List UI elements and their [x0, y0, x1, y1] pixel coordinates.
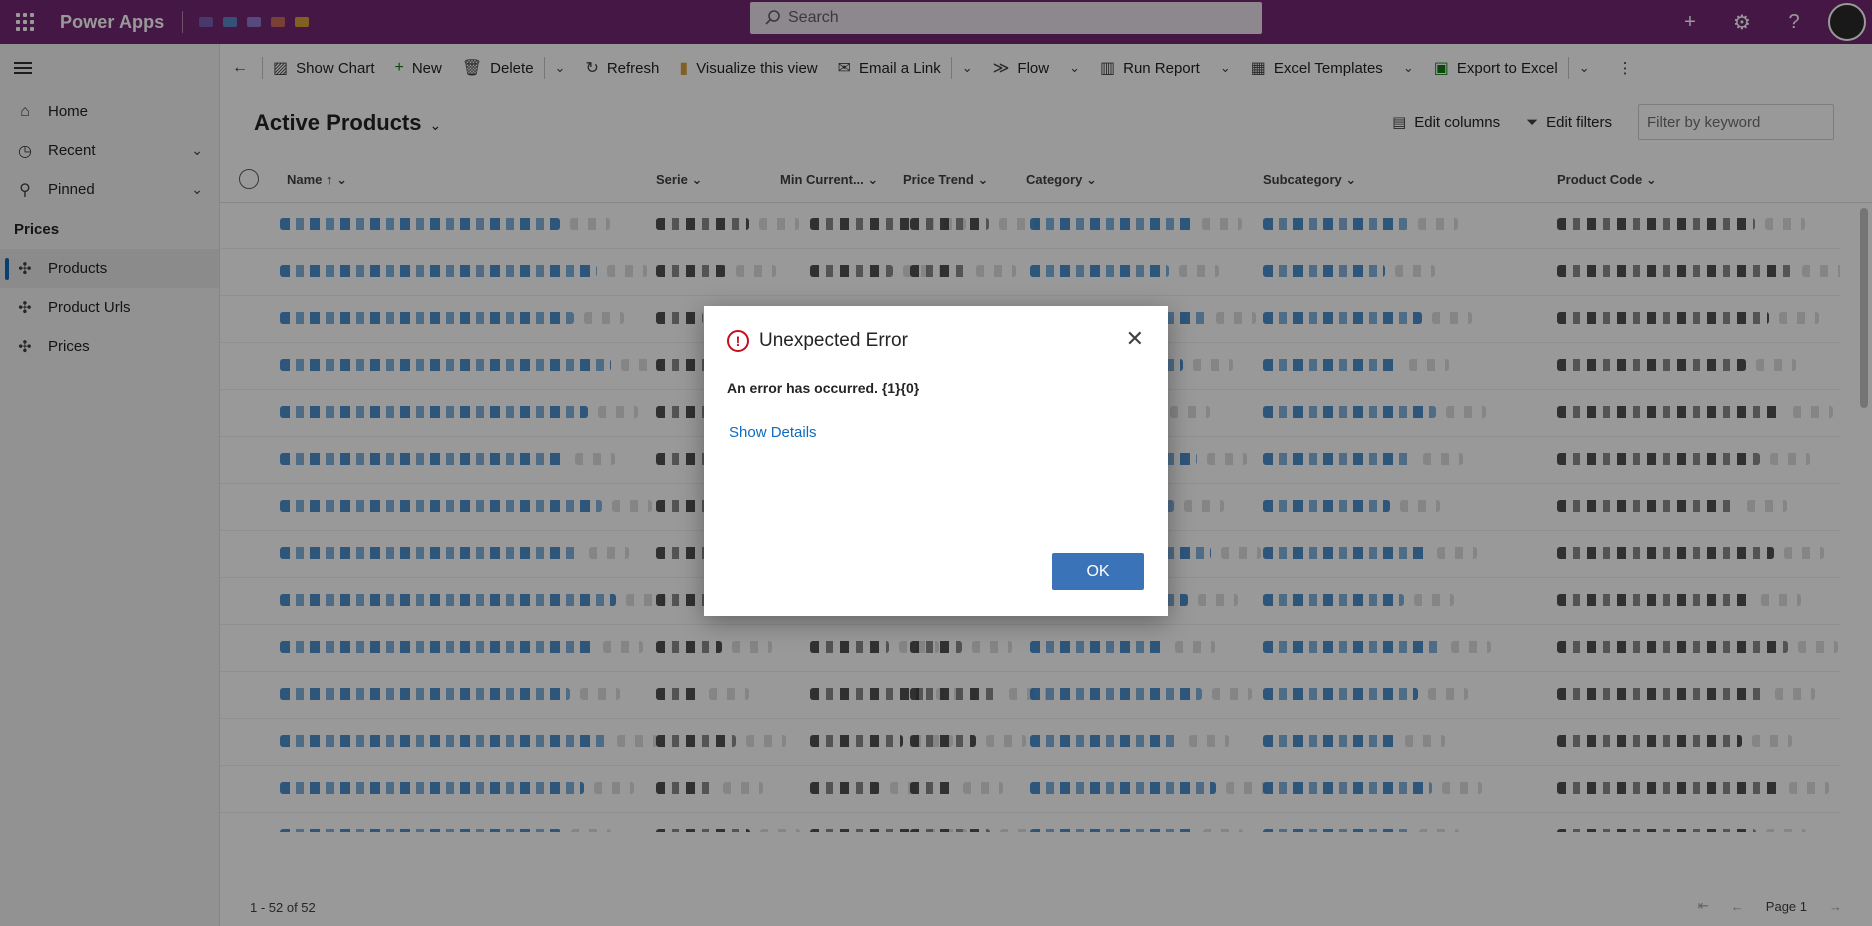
dialog-title-text: Unexpected Error: [759, 330, 908, 351]
show-details-link[interactable]: Show Details: [729, 424, 817, 441]
error-dialog: ! Unexpected Error ✕ An error has occurr…: [704, 306, 1168, 616]
close-button[interactable]: ✕: [1126, 328, 1144, 350]
error-icon: !: [727, 330, 749, 352]
error-message: An error has occurred. {1}{0}: [727, 380, 920, 396]
dialog-title: ! Unexpected Error: [727, 330, 908, 352]
ok-button[interactable]: OK: [1052, 553, 1144, 590]
close-icon: ✕: [1125, 326, 1144, 351]
